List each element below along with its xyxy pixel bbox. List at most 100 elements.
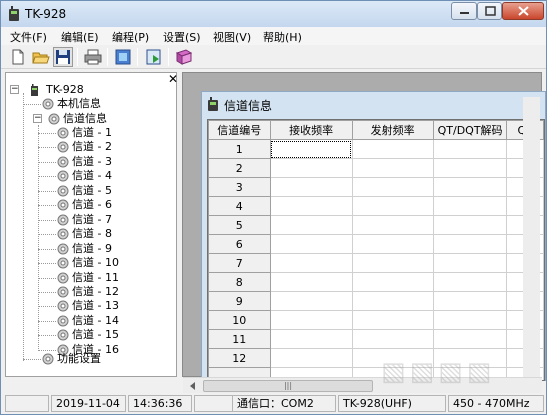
menu-file[interactable]: 文件(F) [10, 29, 47, 45]
collapse-icon[interactable]: − [33, 114, 42, 123]
grid-cell[interactable] [269, 196, 353, 216]
read-radio-button[interactable] [113, 47, 133, 67]
menu-edit[interactable]: 编辑(E) [61, 29, 99, 45]
row-number[interactable]: 1 [208, 139, 271, 159]
tree-item-channel-label: 信道 - 10 [72, 256, 119, 270]
tree-item-channel-label: 信道 - 8 [72, 227, 112, 241]
grid-cell[interactable] [269, 291, 353, 311]
gear-icon [57, 329, 69, 341]
grid-cell[interactable] [351, 329, 434, 349]
print-button[interactable] [83, 47, 103, 67]
collapse-icon[interactable]: − [10, 85, 19, 94]
column-header-rx-freq[interactable]: 接收频率 [269, 120, 353, 140]
maximize-button[interactable] [477, 2, 502, 20]
grid-cell[interactable] [269, 348, 353, 368]
row-number[interactable]: 7 [208, 253, 271, 273]
tree-connector [38, 133, 56, 134]
gear-icon [57, 286, 69, 298]
grid-cell[interactable] [351, 196, 434, 216]
grid-cell[interactable] [432, 215, 508, 235]
gear-icon [57, 141, 69, 153]
status-port: 通信口：COM2 [232, 395, 336, 412]
toolbar [1, 45, 546, 69]
new-file-button[interactable] [8, 47, 28, 67]
grid-cell[interactable] [432, 158, 508, 178]
grid-cell[interactable] [432, 291, 508, 311]
table-row: 10 [208, 310, 544, 330]
gear-icon [57, 228, 69, 240]
grid-cell[interactable] [351, 215, 434, 235]
tree-connector [38, 277, 56, 279]
grid-cell[interactable] [269, 272, 353, 292]
tree-connector [38, 125, 39, 351]
column-header-qt-decode[interactable]: QT/DQT解码 [432, 120, 508, 140]
row-number[interactable]: 3 [208, 177, 271, 197]
row-number[interactable]: 9 [208, 291, 271, 311]
open-file-button[interactable] [31, 47, 51, 67]
menu-program[interactable]: 编程(P) [112, 29, 149, 45]
menu-help[interactable]: 帮助(H) [263, 29, 302, 45]
child-window-title: 信道信息 [224, 99, 273, 113]
grid-cell[interactable] [269, 329, 353, 349]
grid-cell[interactable] [432, 253, 508, 273]
grid-cell[interactable] [432, 329, 508, 349]
tree-item-channel-label: 信道 - 2 [72, 140, 112, 154]
grid-cell[interactable] [432, 177, 508, 197]
tree-item-channel-label: 信道 - 3 [72, 154, 112, 168]
maximize-icon [485, 6, 496, 16]
row-number[interactable]: 10 [208, 310, 271, 330]
grid-cell[interactable] [351, 272, 434, 292]
tree-connector [38, 306, 56, 308]
grid-cell[interactable] [432, 234, 508, 254]
grid-cell[interactable] [351, 291, 434, 311]
tree-connector [38, 205, 56, 207]
grid-cell[interactable] [269, 310, 353, 330]
save-button[interactable] [53, 47, 73, 67]
grid-cell[interactable] [351, 310, 434, 330]
grid-cell[interactable] [351, 234, 434, 254]
grid-cell[interactable] [432, 272, 508, 292]
watermark: ▧▧▧▧ [381, 357, 496, 387]
row-number[interactable]: 12 [208, 348, 271, 368]
grid-cell[interactable] [432, 139, 508, 159]
help-book-icon [175, 49, 193, 65]
status-bar: 2019-11-04 14:36:36 通信口：COM2 TK-928(UHF)… [1, 394, 546, 414]
gear-icon [57, 199, 69, 211]
grid-cell[interactable] [269, 215, 353, 235]
row-number[interactable]: 8 [208, 272, 271, 292]
table-row: 4 [208, 196, 544, 216]
close-button[interactable] [502, 2, 544, 20]
menu-view[interactable]: 视图(V) [213, 29, 251, 45]
column-header-tx-freq[interactable]: 发射频率 [351, 120, 434, 140]
row-number[interactable]: 5 [208, 215, 271, 235]
vertical-scrollbar[interactable] [523, 97, 540, 377]
help-button[interactable] [174, 47, 194, 67]
scroll-thumb[interactable]: ||| [203, 380, 373, 392]
grid-cell[interactable] [269, 139, 353, 159]
toolbar-separator [107, 48, 108, 66]
grid-cell[interactable] [432, 310, 508, 330]
table-row: 3 [208, 177, 544, 197]
grid-cell[interactable] [269, 158, 353, 178]
gear-icon [57, 156, 69, 168]
grid-cell[interactable] [351, 177, 434, 197]
channel-info-window[interactable]: 信道信息 信道编号 接收频率 发射频率 QT/DQT解码 QT 12345678… [201, 91, 546, 381]
scroll-left-icon[interactable] [186, 379, 200, 393]
minimize-button[interactable] [451, 2, 477, 20]
row-number[interactable]: 2 [208, 158, 271, 178]
grid-cell[interactable] [269, 253, 353, 273]
grid-cell[interactable] [351, 158, 434, 178]
grid-cell[interactable] [269, 177, 353, 197]
write-radio-button[interactable] [144, 47, 164, 67]
grid-cell[interactable] [269, 234, 353, 254]
row-number[interactable]: 11 [208, 329, 271, 349]
close-icon[interactable]: ✕ [168, 73, 178, 85]
radio-app-icon [208, 97, 218, 111]
row-number[interactable]: 4 [208, 196, 271, 216]
menu-settings[interactable]: 设置(S) [163, 29, 201, 45]
grid-cell[interactable] [351, 253, 434, 273]
row-number[interactable]: 6 [208, 234, 271, 254]
column-header-channel-no[interactable]: 信道编号 [208, 120, 271, 140]
grid-cell[interactable] [351, 139, 434, 159]
grid-cell[interactable] [432, 196, 508, 216]
